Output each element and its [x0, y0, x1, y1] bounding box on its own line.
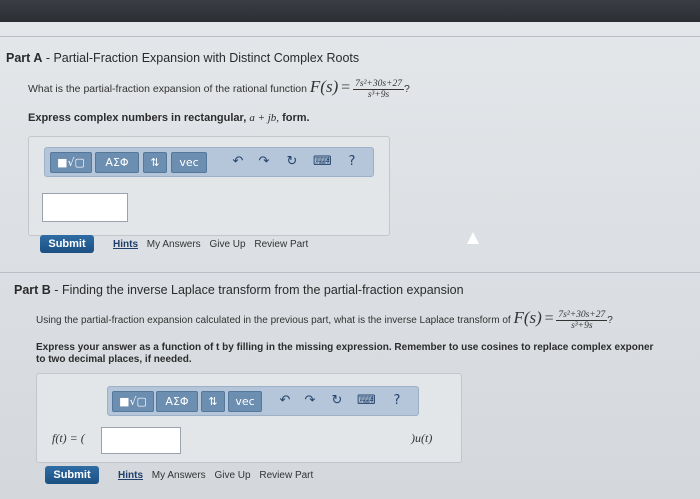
part-a-prefix: Part A [6, 51, 43, 65]
part-b-links: Hints My Answers Give Up Review Part [118, 470, 319, 481]
arrows-button[interactable]: ⇅ [201, 391, 225, 412]
part-a-func-lhs: F(s) [309, 77, 339, 96]
part-a-instruction-math: a + jb, [249, 112, 280, 124]
part-a-question-text: What is the partial-fraction expansion o… [28, 83, 307, 95]
template-button[interactable]: ■√▢ [112, 391, 154, 412]
part-b-fraction: 7s²+30s+27 s³+9s [556, 309, 608, 331]
redo-icon[interactable]: ↷ [301, 391, 319, 410]
part-a-my-answers-link[interactable]: My Answers [147, 239, 201, 250]
part-a-submit-button[interactable]: Submit [40, 235, 94, 253]
top-bar [0, 0, 700, 22]
part-b-instruction-line1: Express your answer as a function of t b… [36, 342, 654, 353]
part-b-instruction-line2: to two decimal places, if needed. [36, 354, 192, 365]
part-b-review-part-link[interactable]: Review Part [259, 470, 313, 481]
part-a-instruction-post: form. [282, 112, 310, 124]
part-a-review-part-link[interactable]: Review Part [254, 239, 308, 250]
part-a-toolbar: ■√▢ ΑΣΦ ⇅ vec ↶ ↷ ↻ ⌨ ? [44, 147, 374, 177]
part-b-answer-suffix: )u(t) [411, 431, 433, 445]
part-a-title-text: Partial-Fraction Expansion with Distinct… [53, 51, 360, 65]
part-a-give-up-link[interactable]: Give Up [209, 239, 245, 250]
part-b-numerator: 7s²+30s+27 [556, 309, 608, 321]
greek-symbols-button[interactable]: ΑΣΦ [156, 391, 198, 412]
undo-icon[interactable]: ↶ [229, 152, 247, 171]
part-a-fraction: 7s²+30s+27 s³+9s [353, 79, 404, 100]
part-a-answer-input[interactable] [42, 193, 128, 222]
part-a-title: Part A - Partial-Fraction Expansion with… [6, 51, 360, 65]
part-b-question-text: Using the partial-fraction expansion cal… [36, 315, 511, 326]
part-a-question: What is the partial-fraction expansion o… [28, 77, 410, 100]
keyboard-icon[interactable]: ⌨ [313, 152, 332, 171]
mouse-cursor-icon [467, 232, 479, 244]
template-button[interactable]: ■√▢ [50, 152, 92, 173]
vec-button[interactable]: vec [228, 391, 262, 412]
part-b-denominator: s³+9s [571, 320, 593, 331]
reset-icon[interactable]: ↻ [328, 391, 346, 410]
arrows-button[interactable]: ⇅ [143, 152, 167, 173]
part-b-answer-input[interactable] [101, 427, 181, 454]
vec-button[interactable]: vec [171, 152, 207, 173]
redo-icon[interactable]: ↷ [255, 152, 273, 171]
part-b-answer-prefix: f(t) = ( [52, 431, 85, 445]
part-b-title-text: Finding the inverse Laplace transform fr… [61, 283, 464, 297]
help-icon[interactable]: ? [388, 391, 406, 410]
help-icon[interactable]: ? [343, 152, 361, 171]
part-b-question-mark: ? [607, 315, 613, 326]
part-a-instruction-pre: Express complex numbers in rectangular, [28, 112, 247, 124]
part-a-hints-link[interactable]: Hints [113, 239, 138, 250]
part-b-title: Part B - Finding the inverse Laplace tra… [14, 283, 464, 297]
part-b-give-up-link[interactable]: Give Up [214, 470, 250, 481]
part-b-instruction: Express your answer as a function of t b… [36, 342, 653, 366]
greek-symbols-button[interactable]: ΑΣΦ [95, 152, 139, 173]
part-a-question-mark: ? [403, 83, 410, 95]
divider [0, 272, 700, 273]
undo-icon[interactable]: ↶ [276, 391, 294, 410]
part-a-denominator: s³+9s [367, 89, 390, 100]
part-a-numerator: 7s²+30s+27 [353, 78, 404, 90]
keyboard-icon[interactable]: ⌨ [357, 391, 376, 410]
part-b-prefix: Part B [14, 283, 51, 297]
part-b-func-lhs: F(s) [513, 308, 542, 327]
part-b-my-answers-link[interactable]: My Answers [152, 470, 206, 481]
divider [0, 36, 700, 37]
part-a-instruction: Express complex numbers in rectangular, … [28, 112, 310, 124]
reset-icon[interactable]: ↻ [283, 152, 301, 171]
part-b-submit-button[interactable]: Submit [45, 466, 99, 484]
part-b-toolbar: ■√▢ ΑΣΦ ⇅ vec ↶ ↷ ↻ ⌨ ? [107, 386, 419, 416]
part-b-hints-link[interactable]: Hints [118, 470, 143, 481]
part-b-question: Using the partial-fraction expansion cal… [36, 308, 613, 331]
part-a-links: Hints My Answers Give Up Review Part [113, 239, 314, 250]
